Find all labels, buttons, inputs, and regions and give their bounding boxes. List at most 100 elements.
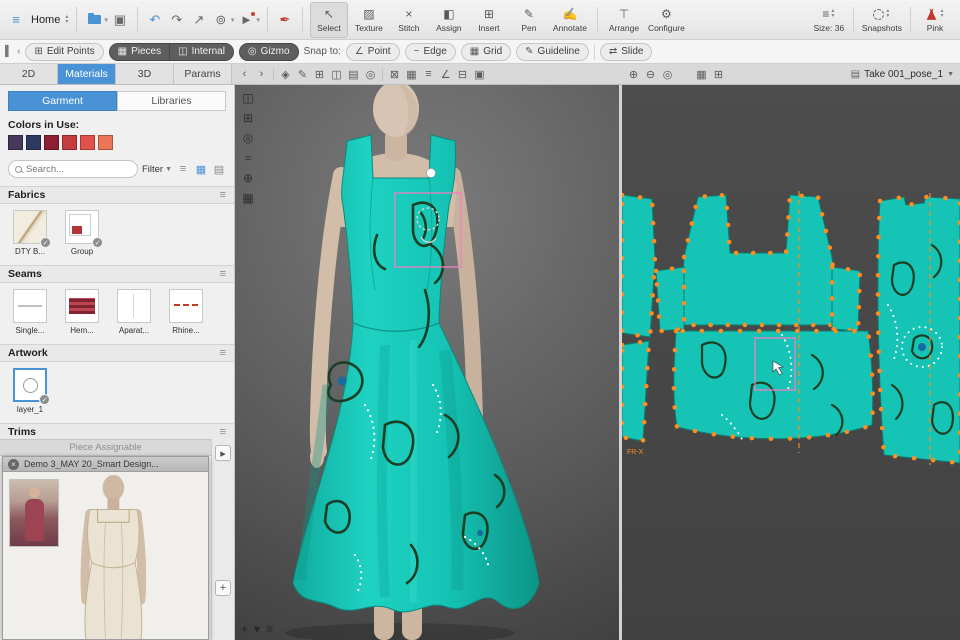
camera-dropdown-icon[interactable]: ▾ [231, 16, 235, 24]
fabric-item[interactable]: ✓ DTY B... [10, 210, 51, 256]
insert-tool-button[interactable]: ⊞ Insert [470, 2, 508, 38]
grid-toggle-icon[interactable]: ▦ [693, 68, 710, 81]
grid-view-icon[interactable]: ▦ [194, 163, 208, 176]
2d-pattern-scene[interactable]: FR-X [622, 85, 960, 640]
artwork-section-header[interactable]: Artwork ≡ [0, 344, 234, 362]
list-view-icon[interactable]: ≡ [176, 163, 190, 175]
add-icon[interactable]: + [241, 622, 248, 636]
open-file-icon[interactable] [84, 9, 104, 31]
color-swatch[interactable] [8, 135, 23, 150]
arrange-tool-button[interactable]: ⊤ Arrange [605, 2, 643, 38]
zoom-in-icon[interactable]: ⊕ [625, 68, 642, 81]
pin-icon[interactable]: ⊞ [311, 68, 328, 81]
color-swatch[interactable] [62, 135, 77, 150]
pen-tool-button[interactable]: ✎ Pen [510, 2, 548, 38]
add-piece-icon[interactable]: ⊞ [710, 68, 727, 81]
artwork-item[interactable]: ✓ layer_1 [10, 368, 50, 414]
2d-pattern-viewport[interactable]: FR-X [622, 85, 960, 640]
open-file-dropdown-icon[interactable]: ▾ [104, 16, 108, 24]
seam-item[interactable]: Single... [10, 289, 50, 335]
panel-icon[interactable]: ◫ [328, 68, 345, 81]
color-swatch[interactable] [44, 135, 59, 150]
avatar-window-titlebar[interactable]: × Demo 3_MAY 20_Smart Design... [3, 457, 208, 472]
remove-icon[interactable]: ⊟ [454, 68, 471, 81]
seam-item[interactable]: Hem... [62, 289, 102, 335]
wave-sim-icon[interactable]: ≈ [239, 149, 257, 166]
snap-point-button[interactable]: ∠ Point [345, 42, 400, 61]
app-menu-icon[interactable]: ≡ [6, 9, 26, 31]
video-record-icon[interactable]: ► [236, 9, 256, 31]
close-icon[interactable]: × [8, 458, 19, 470]
collapse-arrow-icon[interactable]: ‹ [17, 46, 20, 57]
fabrics-section-header[interactable]: Fabrics ≡ [0, 186, 234, 204]
section-menu-icon[interactable]: ≡ [220, 426, 226, 438]
zoom-out-icon[interactable]: ⊖ [642, 68, 659, 81]
tab-params[interactable]: Params [174, 64, 232, 84]
detail-view-icon[interactable]: ▤ [212, 163, 226, 176]
layers-icon[interactable]: ▤ [345, 68, 362, 81]
home-menu[interactable]: Home [31, 14, 60, 26]
model-photo-thumbnail[interactable] [9, 479, 59, 547]
pattern-piece-bodice-front[interactable] [653, 192, 863, 334]
snap-grid-button[interactable]: ▦ Grid [460, 42, 512, 61]
collapse-panel-icon[interactable]: ▸ [215, 445, 231, 461]
3d-viewport[interactable]: ◫ ⊞ ◎ ≈ ⊕ ▦ + ▾ ≡ [235, 85, 619, 640]
search-box[interactable] [8, 160, 138, 178]
internal-toggle-button[interactable]: ◫ Internal [170, 42, 234, 61]
search-input[interactable] [26, 163, 131, 175]
tab-garment[interactable]: Garment [8, 91, 117, 111]
pattern-piece-skirt-yoke[interactable] [671, 328, 876, 444]
stitch-tool-button[interactable]: × Stitch [390, 2, 428, 38]
section-menu-icon[interactable]: ≡ [220, 347, 226, 359]
select-tool-button[interactable]: ↖ Select [309, 1, 348, 38]
color-swatch[interactable] [80, 135, 95, 150]
edit-points-button[interactable]: ⊞ Edit Points [25, 42, 104, 61]
prev-arrow-icon[interactable]: ‹ [236, 68, 253, 80]
color-swatch[interactable] [26, 135, 41, 150]
collapse-bar-icon[interactable]: ▌ [5, 46, 12, 57]
snap-guideline-button[interactable]: ✎ Guideline [516, 42, 589, 61]
gizmo-button[interactable]: ◎ Gizmo [238, 42, 299, 61]
undo-icon[interactable]: ↶ [145, 9, 165, 31]
snapshots-button[interactable]: ▴ ▾ Snapshots [859, 2, 905, 38]
target-icon[interactable]: ◎ [362, 68, 379, 81]
redo-icon[interactable]: ↷ [167, 9, 187, 31]
gizmo-handle[interactable] [426, 168, 436, 178]
slide-button[interactable]: ⇄ Slide [599, 42, 653, 61]
zoom-fit-icon[interactable]: ◎ [659, 68, 676, 81]
mesh-icon[interactable]: ▦ [403, 68, 420, 81]
size-button[interactable]: ≡ ▴ ▾ Size: 36 [810, 2, 848, 38]
pose-dropdown[interactable]: ▤ Take 001_pose_1 ▼ [851, 69, 954, 80]
seams-section-header[interactable]: Seams ≡ [0, 265, 234, 283]
section-menu-icon[interactable]: ≡ [220, 189, 226, 201]
texture-tool-button[interactable]: ▨ Texture [350, 2, 388, 38]
assign-tool-button[interactable]: ◧ Assign [430, 2, 468, 38]
show-panel-icon[interactable]: ◫ [239, 89, 257, 106]
colorway-spinner-icon[interactable]: ▴ ▾ [940, 8, 943, 19]
paint-icon[interactable]: ✎ [294, 68, 311, 81]
brush-tool-icon[interactable]: ✒ [275, 9, 295, 31]
configure-tool-button[interactable]: ⚙ Configure [645, 2, 688, 38]
add-pin-icon[interactable]: ⊕ [239, 169, 257, 186]
gem-render-icon[interactable]: ◈ [277, 68, 294, 81]
tab-3d[interactable]: 3D [116, 64, 174, 84]
snapshots-spinner-icon[interactable]: ▴ ▾ [886, 8, 889, 19]
angle-icon[interactable]: ∠ [437, 68, 454, 81]
display-icon[interactable]: ▣ [471, 68, 488, 81]
chevron-down-icon[interactable]: ▾ [254, 622, 260, 636]
save-icon[interactable]: ▣ [110, 9, 130, 31]
home-spinner-icon[interactable]: ▴ ▾ [65, 14, 68, 25]
cut-icon[interactable]: ⊠ [386, 68, 403, 81]
colorway-button[interactable]: ▴ ▾ Pink [916, 2, 954, 38]
orbit-icon[interactable]: ◎ [239, 129, 257, 146]
pieces-toggle-button[interactable]: ▦ Pieces [108, 42, 171, 61]
section-menu-icon[interactable]: ≡ [220, 268, 226, 280]
fabric-item[interactable]: ✓ Group [62, 210, 103, 256]
pattern-piece-side[interactable]: FR-X [622, 192, 658, 456]
color-swatch[interactable] [98, 135, 113, 150]
pattern-piece-back[interactable] [875, 193, 960, 466]
size-spinner-icon[interactable]: ▴ ▾ [831, 8, 834, 19]
tab-libraries[interactable]: Libraries [117, 91, 226, 111]
add-item-button[interactable]: + [215, 580, 231, 596]
next-arrow-icon[interactable]: › [253, 68, 270, 80]
